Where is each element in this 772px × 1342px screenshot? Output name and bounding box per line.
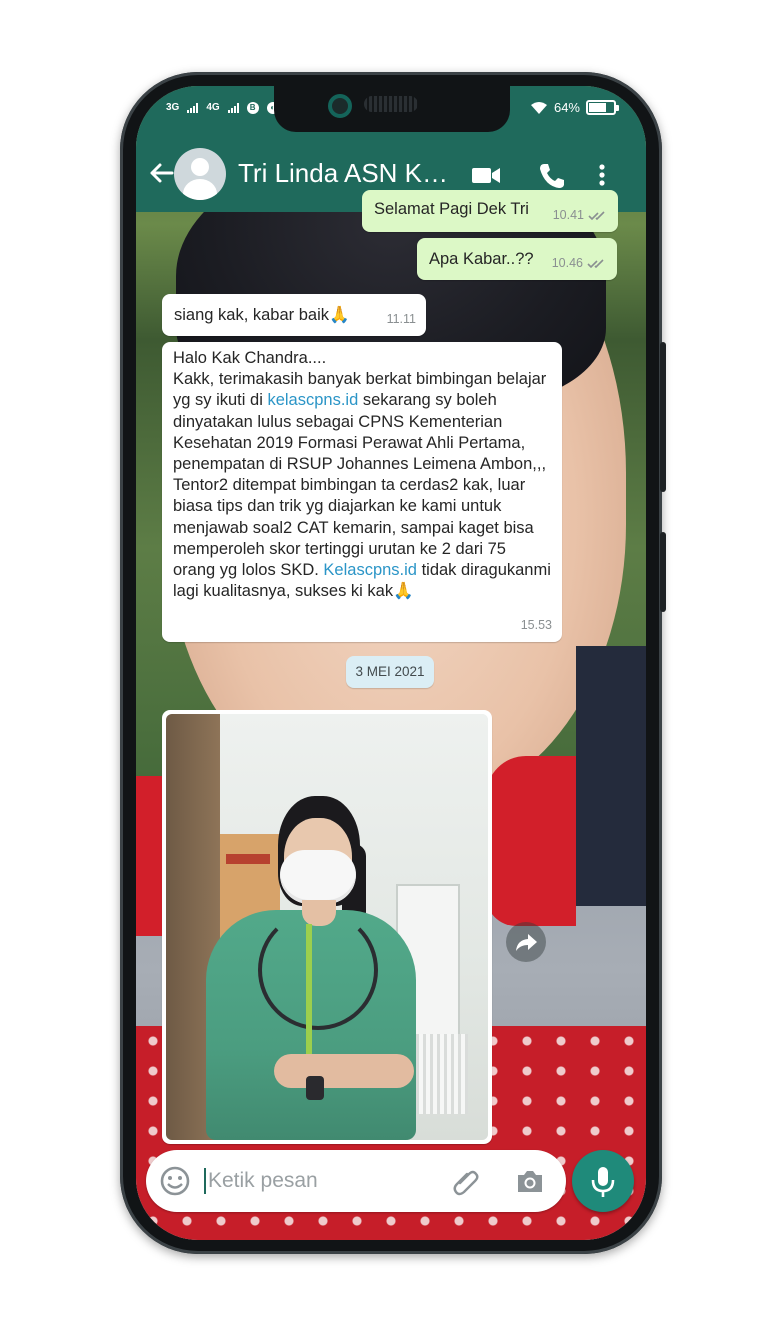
attach-icon[interactable] <box>450 1166 482 1198</box>
front-camera <box>328 94 352 118</box>
more-vert-icon[interactable] <box>596 160 608 190</box>
incoming-message[interactable]: Halo Kak Chandra.... Kakk, terimakasih b… <box>162 342 562 642</box>
read-ticks-icon <box>587 258 604 268</box>
message-body: Halo Kak Chandra.... Kakk, terimakasih b… <box>173 348 551 602</box>
mic-button[interactable] <box>572 1150 634 1212</box>
message-text: siang kak, kabar baik🙏 <box>174 306 350 324</box>
message-text: sekarang sy boleh dinyatakan lulus sebag… <box>173 391 547 580</box>
message-greeting: Halo Kak Chandra.... <box>173 349 327 367</box>
camera-icon[interactable] <box>514 1166 546 1196</box>
back-arrow-icon[interactable] <box>144 156 178 190</box>
network-type-2: 4G <box>206 102 220 113</box>
battery-icon <box>586 100 619 115</box>
message-text: Selamat Pagi Dek Tri <box>374 200 529 218</box>
signal-icon <box>187 103 199 113</box>
photo-image[interactable] <box>166 714 488 1140</box>
outgoing-message[interactable]: Apa Kabar..?? 10.46 <box>417 238 617 280</box>
network-type-1: 3G <box>166 102 180 113</box>
message-text: Apa Kabar..?? <box>429 250 534 268</box>
emoji-icon[interactable] <box>158 1164 192 1198</box>
message-time: 11.11 <box>386 311 416 326</box>
date-divider: 3 MEI 2021 <box>346 656 434 688</box>
phone-call-icon[interactable] <box>536 160 568 190</box>
photo-message[interactable] <box>162 710 492 1144</box>
avatar-icon[interactable] <box>174 148 226 200</box>
earpiece-speaker <box>364 96 418 112</box>
outgoing-message[interactable]: Selamat Pagi Dek Tri 10.41 <box>362 190 618 232</box>
message-time: 15.53 <box>520 617 552 632</box>
message-input-bar <box>146 1150 566 1212</box>
message-time: 10.46 <box>552 253 607 274</box>
incoming-message[interactable]: siang kak, kabar baik🙏 11.11 <box>162 294 426 336</box>
wifi-icon <box>530 101 547 114</box>
battery-percent: 64% <box>553 100 580 115</box>
volume-button <box>660 342 666 492</box>
mic-icon <box>591 1167 615 1197</box>
link-kelascpns[interactable]: Kelascpns.id <box>323 561 417 579</box>
link-kelascpns[interactable]: kelascpns.id <box>267 391 358 409</box>
forward-icon[interactable] <box>506 922 546 962</box>
power-button <box>660 532 666 612</box>
status-bar: 3G 4G B ◐ ● 64% <box>136 86 646 136</box>
chat-screen: 3G 4G B ◐ ● 64% Tri Linda ASN Ke... <box>136 86 646 1240</box>
text-caret <box>204 1168 206 1194</box>
b-icon: B <box>246 102 259 114</box>
camera-notch <box>274 86 510 132</box>
message-time: 10.41 <box>553 205 608 226</box>
read-ticks-icon <box>588 210 605 220</box>
signal-icon <box>227 103 239 113</box>
video-call-icon[interactable] <box>470 160 502 190</box>
message-input[interactable] <box>208 1164 428 1198</box>
contact-name[interactable]: Tri Linda ASN Ke... <box>238 158 458 189</box>
phone-frame: 3G 4G B ◐ ● 64% Tri Linda ASN Ke... <box>120 72 666 1254</box>
